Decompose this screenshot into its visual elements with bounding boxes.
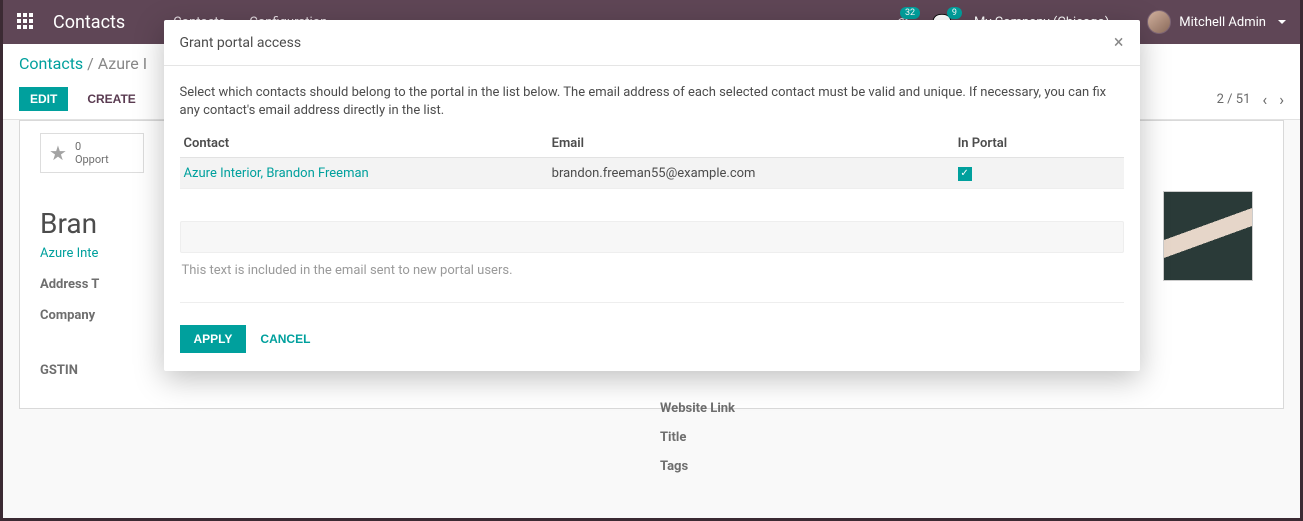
col-inportal: In Portal [954, 130, 1124, 158]
portal-table: Contact Email In Portal Azure Interior, … [180, 130, 1124, 189]
col-contact: Contact [180, 130, 548, 158]
col-email: Email [548, 130, 954, 158]
modal-footer: APPLY CANCEL [164, 311, 1140, 371]
message-textarea[interactable] [180, 221, 1124, 253]
table-row: Azure Interior, Brandon Freeman brandon.… [180, 158, 1124, 189]
divider [180, 302, 1124, 303]
modal-title: Grant portal access [180, 35, 302, 51]
modal-description: Select which contacts should belong to t… [180, 84, 1124, 120]
row-contact[interactable]: Azure Interior, Brandon Freeman [184, 166, 369, 181]
modal-body: Select which contacts should belong to t… [164, 66, 1140, 311]
message-help: This text is included in the email sent … [182, 263, 1122, 278]
apply-button[interactable]: APPLY [180, 325, 247, 353]
in-portal-checkbox[interactable]: ✓ [958, 167, 972, 181]
modal-backdrop: Grant portal access × Select which conta… [3, 0, 1300, 518]
cancel-button[interactable]: CANCEL [260, 332, 310, 346]
close-icon[interactable]: × [1114, 32, 1124, 53]
portal-access-modal: Grant portal access × Select which conta… [164, 20, 1140, 371]
modal-header: Grant portal access × [164, 20, 1140, 66]
row-email[interactable]: brandon.freeman55@example.com [548, 158, 954, 189]
